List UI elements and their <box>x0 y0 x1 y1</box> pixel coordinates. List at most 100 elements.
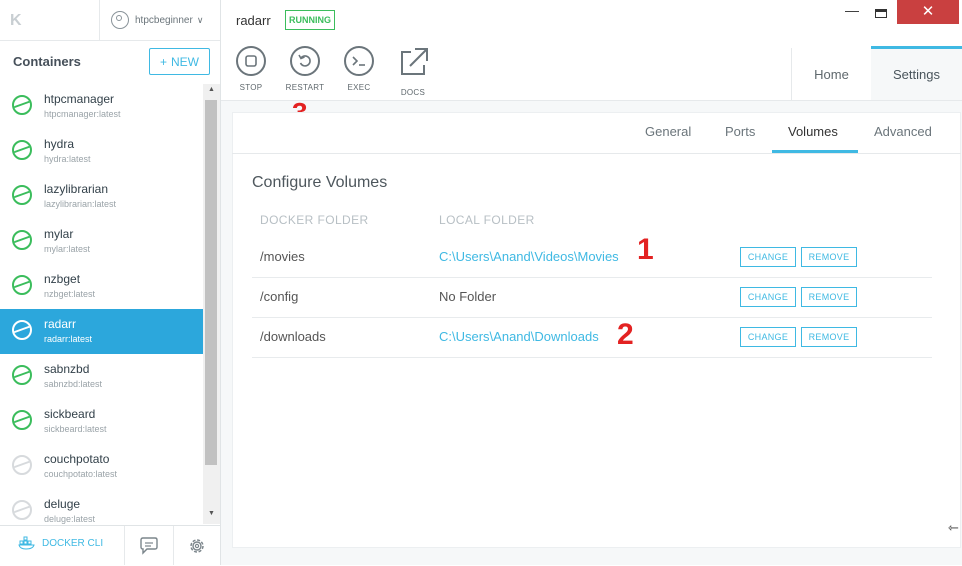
volume-row: /movies C:\Users\Anand\Videos\Movies CHA… <box>252 237 932 278</box>
volume-row: /config No Folder CHANGE REMOVE <box>252 277 932 318</box>
container-name: htpcmanager <box>44 92 115 106</box>
mouse-cursor-icon: ⇽ <box>948 520 959 535</box>
status-badge: RUNNING <box>285 10 335 30</box>
user-avatar-icon <box>111 11 129 29</box>
container-item-htpcmanager[interactable]: htpcmanager htpcmanager:latest <box>0 84 203 129</box>
minimize-button[interactable]: — <box>833 2 871 24</box>
change-button[interactable]: CHANGE <box>740 327 796 347</box>
docker-cli-button[interactable]: DOCKER CLI <box>18 536 103 550</box>
restart-label: RESTART <box>285 83 325 92</box>
container-image: lazylibrarian:latest <box>44 199 117 209</box>
exec-label: EXEC <box>347 83 371 92</box>
container-item-mylar[interactable]: mylar mylar:latest <box>0 219 203 264</box>
docker-folder: /movies <box>260 249 305 264</box>
container-item-hydra[interactable]: hydra hydra:latest <box>0 129 203 174</box>
active-subtab-indicator <box>772 150 858 153</box>
container-item-radarr[interactable]: radarr radarr:latest <box>0 309 203 354</box>
chat-icon <box>140 536 158 555</box>
maximize-button[interactable] <box>868 2 894 24</box>
local-folder: No Folder <box>439 289 497 304</box>
running-status-icon <box>12 410 32 430</box>
container-image: nzbget:latest <box>44 289 96 299</box>
scroll-up-icon[interactable]: ▲ <box>203 86 220 98</box>
container-name: deluge <box>44 497 81 511</box>
container-image: hydra:latest <box>44 154 91 164</box>
column-header-docker-folder: DOCKER FOLDER <box>260 213 369 227</box>
subtab-ports[interactable]: Ports <box>725 124 755 139</box>
container-name: mylar <box>44 227 74 241</box>
gear-icon <box>189 538 204 553</box>
docker-folder: /config <box>260 289 299 304</box>
running-status-icon <box>12 275 32 295</box>
container-item-couchpotato[interactable]: couchpotato couchpotato:latest <box>0 444 203 489</box>
container-image: deluge:latest <box>44 514 96 524</box>
plus-icon: + <box>159 54 167 69</box>
docs-label: DOCS <box>400 88 426 97</box>
terminal-icon <box>344 46 374 76</box>
subtab-general[interactable]: General <box>645 124 691 139</box>
docker-whale-icon <box>18 536 35 550</box>
running-status-icon <box>12 185 32 205</box>
container-list: htpcmanager htpcmanager:latest hydra hyd… <box>0 84 203 524</box>
annotation-number: 2 <box>617 318 634 351</box>
container-name: sickbeard <box>44 407 96 421</box>
running-status-icon <box>12 320 32 340</box>
change-button[interactable]: CHANGE <box>740 287 796 307</box>
container-image: couchpotato:latest <box>44 469 118 479</box>
new-button-label: NEW <box>171 54 199 69</box>
running-status-icon <box>12 95 32 115</box>
change-button[interactable]: CHANGE <box>740 247 796 267</box>
container-image: htpcmanager:latest <box>44 109 121 119</box>
chevron-down-icon: ∨ <box>196 14 204 25</box>
docker-cli-label: DOCKER CLI <box>42 537 104 549</box>
external-link-icon <box>401 48 428 75</box>
container-name: lazylibrarian <box>44 182 109 196</box>
stop-icon <box>236 46 266 76</box>
container-item-nzbget[interactable]: nzbget nzbget:latest <box>0 264 203 309</box>
container-item-sabnzbd[interactable]: sabnzbd sabnzbd:latest <box>0 354 203 399</box>
tab-settings[interactable]: Settings <box>871 46 962 100</box>
container-item-deluge[interactable]: deluge deluge:latest <box>0 489 203 524</box>
running-status-icon <box>12 365 32 385</box>
container-image: sickbeard:latest <box>44 424 107 434</box>
container-item-sickbeard[interactable]: sickbeard sickbeard:latest <box>0 399 203 444</box>
stop-label: STOP <box>239 83 263 92</box>
remove-button[interactable]: REMOVE <box>801 287 857 307</box>
stopped-status-icon <box>12 500 32 520</box>
username: htpcbeginner <box>135 14 193 26</box>
docs-button[interactable]: DOCS <box>390 46 436 97</box>
feedback-button[interactable] <box>124 526 174 565</box>
local-folder-link[interactable]: C:\Users\Anand\Videos\Movies <box>439 249 619 264</box>
tab-home[interactable]: Home <box>791 48 872 100</box>
maximize-icon <box>875 8 887 18</box>
container-name: sabnzbd <box>44 362 90 376</box>
remove-button[interactable]: REMOVE <box>801 247 857 267</box>
volume-row: /downloads C:\Users\Anand\Downloads CHAN… <box>252 317 932 358</box>
subtab-volumes[interactable]: Volumes <box>788 124 838 139</box>
annotation-number: 1 <box>637 233 654 266</box>
stop-button[interactable]: STOP <box>228 46 274 92</box>
exec-button[interactable]: EXEC <box>336 46 382 92</box>
local-folder-link[interactable]: C:\Users\Anand\Downloads <box>439 329 599 344</box>
scrollbar-thumb[interactable] <box>205 100 217 465</box>
new-container-button[interactable]: + NEW <box>149 48 210 75</box>
subtab-advanced[interactable]: Advanced <box>874 124 932 139</box>
container-item-lazylibrarian[interactable]: lazylibrarian lazylibrarian:latest <box>0 174 203 219</box>
container-image: radarr:latest <box>44 334 93 344</box>
container-name: couchpotato <box>44 452 110 466</box>
container-name: radarr <box>44 317 77 331</box>
scroll-down-icon[interactable]: ▼ <box>203 510 220 522</box>
container-title: radarr <box>236 13 271 28</box>
restart-button[interactable]: RESTART <box>282 46 328 92</box>
section-title: Configure Volumes <box>252 174 388 191</box>
user-menu[interactable]: htpcbeginner ∨ <box>99 0 221 40</box>
docker-folder: /downloads <box>260 329 326 344</box>
preferences-button[interactable] <box>173 526 220 565</box>
running-status-icon <box>12 140 32 160</box>
container-name: nzbget <box>44 272 81 286</box>
running-status-icon <box>12 230 32 250</box>
kitematic-logo: K <box>10 12 22 29</box>
restart-icon <box>290 46 320 76</box>
remove-button[interactable]: REMOVE <box>801 327 857 347</box>
close-button[interactable]: ✕ <box>897 0 959 24</box>
